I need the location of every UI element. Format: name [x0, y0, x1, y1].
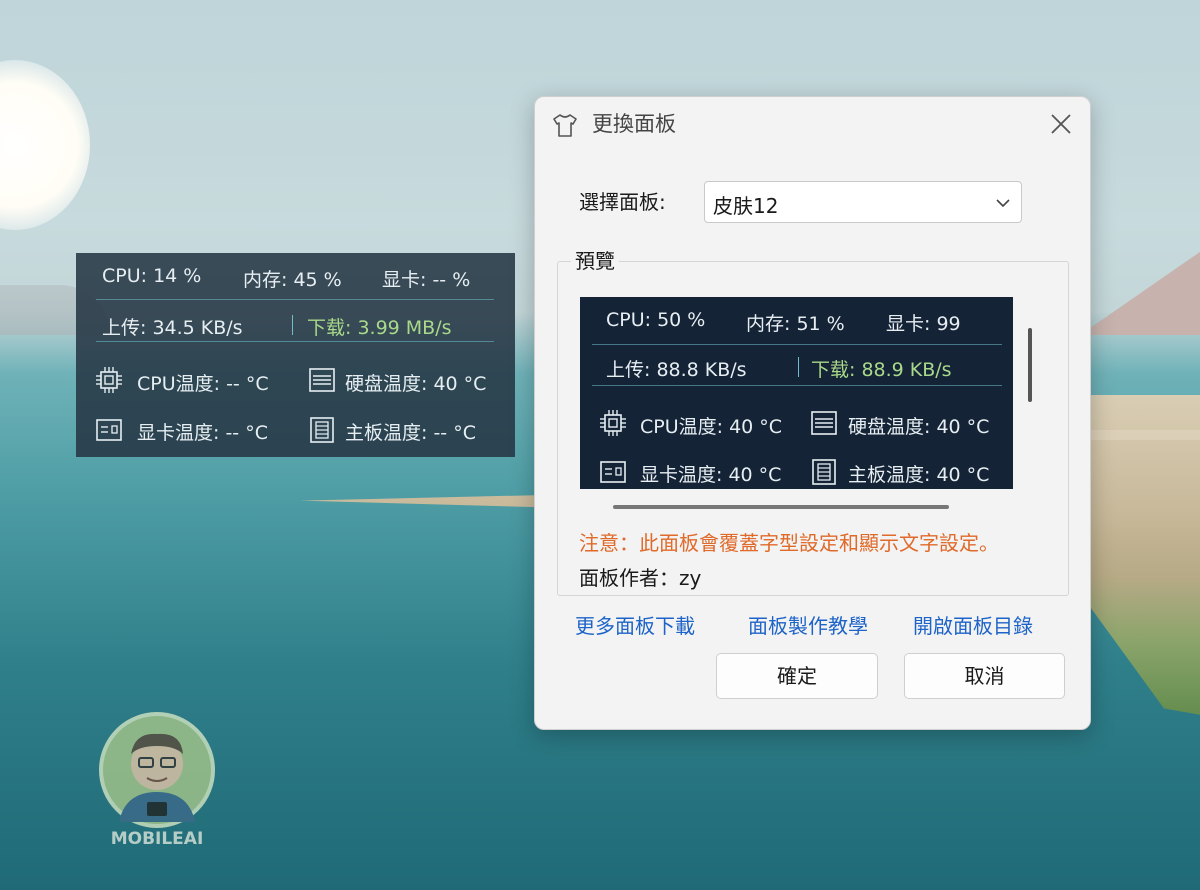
- skin-preview-panel: CPU: 50 % 内存: 51 % 显卡: 99 上传: 88.8 KB/s …: [580, 297, 1013, 489]
- separator-line: [96, 299, 494, 300]
- motherboard-icon: [310, 417, 334, 443]
- cpu-chip-icon: [600, 410, 626, 436]
- cpu-temperature: CPU温度: -- °C: [137, 373, 269, 395]
- separator-line: [96, 341, 494, 342]
- gpu-usage: 显卡: -- %: [382, 269, 471, 291]
- cpu-chip-icon: [96, 367, 122, 393]
- sun: [0, 60, 90, 230]
- disk-temperature: 硬盘温度: 40 °C: [345, 373, 487, 395]
- preview-gpu-usage: 显卡: 99: [886, 313, 961, 335]
- hard-disk-icon: [309, 368, 335, 392]
- divider-bar: [798, 357, 799, 377]
- preview-gpu-temperature: 显卡温度: 40 °C: [640, 464, 782, 486]
- preview-motherboard-temperature: 主板温度: 40 °C: [848, 464, 990, 486]
- divider-bar: [292, 315, 293, 335]
- skin-author: 面板作者：zy: [579, 566, 702, 590]
- mobileai-watermark-logo: MOBILEAI: [99, 712, 215, 849]
- close-icon[interactable]: [1046, 109, 1076, 139]
- logo-text: MOBILEAI: [111, 829, 204, 849]
- motherboard-icon: [812, 459, 836, 485]
- system-monitor-widget[interactable]: CPU: 14 % 内存: 45 % 显卡: -- % 上传: 34.5 KB/…: [76, 253, 515, 457]
- preview-horizontal-scrollbar[interactable]: [613, 505, 949, 509]
- chevron-down-icon: [996, 199, 1010, 208]
- tshirt-icon: [553, 114, 577, 137]
- warning-note: 注意：此面板會覆蓋字型設定和顯示文字設定。: [579, 531, 999, 555]
- download-speed: 下载: 3.99 MB/s: [307, 317, 452, 339]
- motherboard-temperature: 主板温度: -- °C: [345, 422, 476, 444]
- preview-cpu-usage: CPU: 50 %: [606, 309, 706, 331]
- preview-cpu-temperature: CPU温度: 40 °C: [640, 416, 783, 438]
- skin-select-dropdown[interactable]: 皮肤12: [704, 181, 1022, 223]
- gpu-card-icon: [600, 461, 626, 483]
- memory-usage: 内存: 45 %: [243, 269, 342, 291]
- preview-disk-temperature: 硬盘温度: 40 °C: [848, 416, 990, 438]
- separator-line: [592, 344, 1002, 345]
- hard-disk-icon: [811, 411, 837, 435]
- gpu-card-icon: [96, 419, 122, 441]
- change-skin-dialog: 更換面板 選擇面板: 皮肤12 預覽 CPU: 50 % 内存: 51 % 显卡…: [534, 96, 1091, 730]
- dialog-title: 更換面板: [592, 112, 676, 136]
- preview-vertical-scrollbar[interactable]: [1028, 328, 1032, 402]
- select-skin-label: 選擇面板:: [579, 190, 666, 214]
- more-skins-download-link[interactable]: 更多面板下載: [575, 610, 695, 639]
- cancel-button[interactable]: 取消: [904, 653, 1065, 699]
- gpu-temperature: 显卡温度: -- °C: [137, 422, 268, 444]
- skin-tutorial-link[interactable]: 面板製作教學: [748, 610, 868, 639]
- separator-line: [592, 385, 1002, 386]
- upload-speed: 上传: 34.5 KB/s: [102, 317, 243, 339]
- open-skin-folder-link[interactable]: 開啟面板目錄: [913, 610, 1033, 639]
- ok-button[interactable]: 確定: [716, 653, 878, 699]
- preview-upload-speed: 上传: 88.8 KB/s: [606, 359, 747, 381]
- skin-select-value: 皮肤12: [713, 194, 779, 218]
- preview-download-speed: 下载: 88.9 KB/s: [811, 359, 952, 381]
- distant-mountain: [1080, 245, 1200, 335]
- preview-memory-usage: 内存: 51 %: [746, 313, 845, 335]
- cpu-usage: CPU: 14 %: [102, 265, 202, 287]
- preview-label: 預覽: [571, 245, 619, 274]
